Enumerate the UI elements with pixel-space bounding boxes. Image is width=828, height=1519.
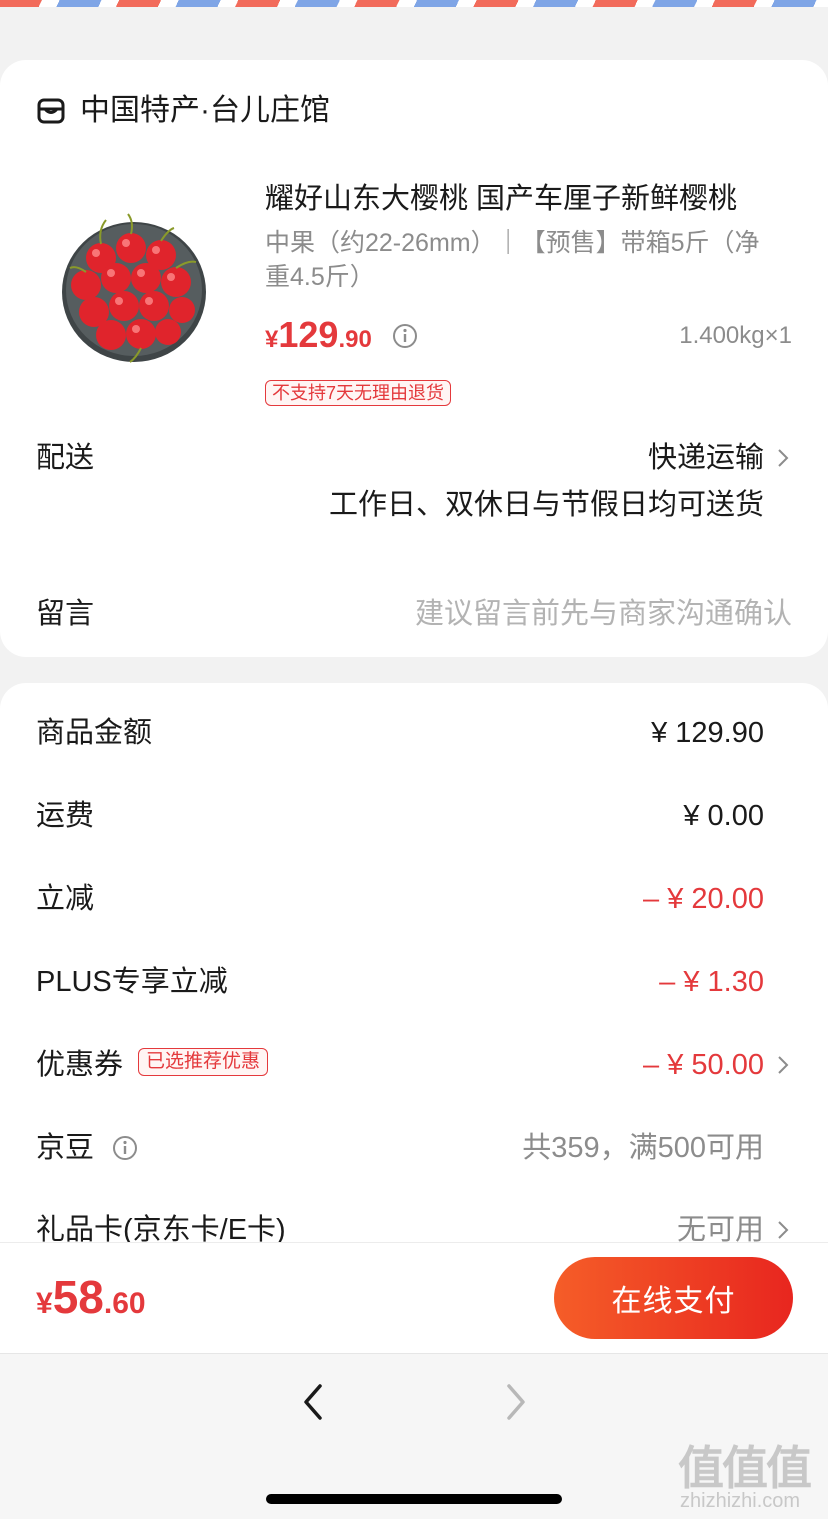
total-price-currency: ¥ xyxy=(36,1287,53,1320)
jingdou-info-icon[interactable] xyxy=(112,1135,138,1161)
checkout-bar: ¥58.60 在线支付 xyxy=(0,1243,828,1353)
plus-discount-value: – ¥ 1.30 xyxy=(659,966,764,998)
goods-amount-label: 商品金额 xyxy=(36,717,153,749)
online-pay-button[interactable]: 在线支付 xyxy=(554,1257,793,1339)
jingdou-label: 京豆 xyxy=(36,1132,95,1164)
total-price: ¥58.60 xyxy=(36,1267,146,1339)
product-weight-quantity: 1.400kg×1 xyxy=(679,322,792,349)
product-price-integer: 129 xyxy=(278,314,339,355)
discount-label: 立减 xyxy=(36,883,95,915)
shop-name[interactable]: 中国特产·台儿庄馆 xyxy=(80,92,330,130)
coupon-value[interactable]: – ¥ 50.00 xyxy=(643,1045,764,1085)
total-price-integer: 58 xyxy=(52,1271,104,1323)
delivery-note: 工作日、双休日与节假日均可送货 xyxy=(328,489,764,521)
browser-toolbar: 值值值 zhizhizhi.com xyxy=(0,1353,828,1519)
order-item-card: 中国特产·台儿庄馆 耀好山东大樱桃 国产车厘子新鲜樱桃 中果（约22-26mm）… xyxy=(0,60,828,657)
chevron-right-icon[interactable] xyxy=(776,1054,790,1076)
chevron-right-icon[interactable] xyxy=(776,447,790,469)
goods-amount-value: ¥ 129.90 xyxy=(651,717,764,749)
message-label: 留言 xyxy=(36,598,95,630)
back-arrow-icon[interactable] xyxy=(296,1382,332,1422)
cherry-bowl-image[interactable] xyxy=(56,210,212,366)
coupon-selected-tag: 已选推荐优惠 xyxy=(138,1048,269,1076)
watermark-logo: 值值值 xyxy=(678,1442,812,1494)
shop-icon xyxy=(37,98,65,124)
product-price: ¥129.90 xyxy=(265,310,372,368)
product-price-currency: ¥ xyxy=(265,326,279,353)
message-input[interactable] xyxy=(332,592,792,636)
watermark-url: zhizhizhi.com xyxy=(680,1490,801,1512)
fee-summary-card: 商品金额 ¥ 129.90 运费 ¥ 0.00 立减 – ¥ 20.00 PLU… xyxy=(0,683,828,1323)
product-price-decimal: .90 xyxy=(338,326,372,353)
total-price-decimal: .60 xyxy=(103,1287,146,1320)
product-spec: 中果（约22-26mm）｜【预售】带箱5斤（净重4.5斤） xyxy=(265,229,760,291)
delivery-label: 配送 xyxy=(36,442,95,474)
forward-arrow-icon[interactable] xyxy=(497,1382,533,1422)
airmail-stripe xyxy=(0,0,828,7)
plus-discount-label: PLUS专享立减 xyxy=(36,966,228,998)
chevron-right-icon[interactable] xyxy=(776,1219,790,1241)
shipping-label: 运费 xyxy=(36,800,95,832)
jingdou-value: 共359，满500可用 xyxy=(522,1132,764,1164)
no-return-tag: 不支持7天无理由退货 xyxy=(265,380,452,406)
shipping-value: ¥ 0.00 xyxy=(683,800,764,832)
price-info-icon[interactable] xyxy=(392,323,418,349)
home-indicator xyxy=(266,1494,562,1504)
discount-value: – ¥ 20.00 xyxy=(643,883,764,915)
product-title[interactable]: 耀好山东大樱桃 国产车厘子新鲜樱桃 xyxy=(265,180,775,218)
coupon-label: 优惠券 xyxy=(36,1049,124,1081)
delivery-method[interactable]: 快递运输 xyxy=(648,438,764,478)
